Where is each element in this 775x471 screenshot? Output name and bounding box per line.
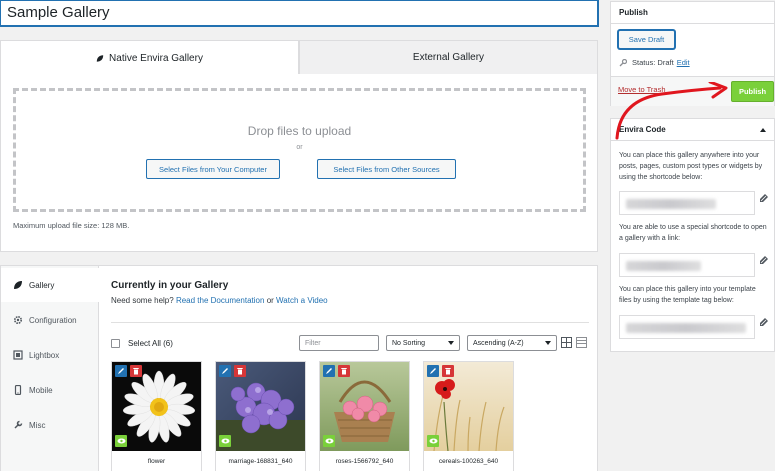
side-tab-label: Mobile: [29, 385, 53, 395]
divider: [111, 322, 589, 323]
edit-icon[interactable]: [427, 365, 439, 377]
trash-icon[interactable]: [130, 365, 142, 377]
chevron-up-icon[interactable]: [760, 127, 766, 132]
watch-video-link[interactable]: Watch a Video: [276, 296, 328, 305]
eye-icon[interactable]: [115, 435, 127, 447]
status-edit-link[interactable]: Edit: [677, 58, 690, 67]
leaf-icon: [96, 54, 104, 62]
side-tab-misc[interactable]: Misc: [1, 408, 99, 442]
uploader-panel: Drop files to upload or Select Files fro…: [0, 74, 598, 252]
publish-box-header[interactable]: Publish: [611, 2, 774, 24]
side-tab-lightbox[interactable]: Lightbox: [1, 338, 99, 372]
select-all-control[interactable]: Select All (6): [111, 339, 173, 348]
sorting-select[interactable]: No Sorting: [386, 335, 460, 351]
template-tag-description: You can place this gallery into your tem…: [619, 286, 756, 304]
copy-icon[interactable]: [758, 193, 769, 204]
help-or: or: [266, 296, 274, 305]
trash-icon[interactable]: [338, 365, 350, 377]
post-status: Status: Draft Edit: [619, 58, 690, 67]
lightbox-icon: [13, 350, 23, 360]
tab-label: Native Envira Gallery: [109, 52, 203, 64]
save-draft-button[interactable]: Save Draft: [618, 30, 675, 49]
filter-input[interactable]: Filter: [299, 335, 379, 351]
link-shortcode-description: You are able to use a special shortcode …: [619, 224, 767, 242]
gallery-item[interactable]: cereals-100263_640: [423, 361, 514, 471]
gallery-item-label: flower: [147, 458, 166, 465]
leaf-icon: [14, 281, 22, 289]
gallery-item-label: marriage-168831_640: [228, 458, 293, 465]
publish-box-title: Publish: [619, 8, 648, 17]
select-files-computer-button[interactable]: Select Files from Your Computer: [146, 159, 280, 179]
help-line: Need some help? Read the Documentation o…: [111, 296, 328, 305]
gallery-item[interactable]: flower: [111, 361, 202, 471]
post-title-input[interactable]: Sample Gallery: [0, 0, 598, 26]
select-files-sources-button[interactable]: Select Files from Other Sources: [317, 159, 456, 179]
edit-icon[interactable]: [323, 365, 335, 377]
status-text: Status: Draft: [632, 58, 674, 67]
edit-icon[interactable]: [115, 365, 127, 377]
eye-icon[interactable]: [323, 435, 335, 447]
gallery-item[interactable]: roses-1566792_640: [319, 361, 410, 471]
or-text: or: [296, 144, 303, 151]
eye-icon[interactable]: [219, 435, 231, 447]
trash-icon[interactable]: [234, 365, 246, 377]
mobile-icon: [14, 385, 22, 395]
edit-icon[interactable]: [219, 365, 231, 377]
gallery-item-label: roses-1566792_640: [335, 458, 394, 465]
list-view-icon[interactable]: [576, 337, 587, 348]
gallery-heading: Currently in your Gallery: [111, 280, 229, 291]
documentation-link[interactable]: Read the Documentation: [176, 296, 265, 305]
link-shortcode-field[interactable]: [619, 253, 755, 277]
publish-button[interactable]: Publish: [731, 81, 774, 102]
select-all-label: Select All (6): [128, 339, 173, 348]
annotation-arrow-icon: [615, 82, 728, 140]
gallery-item[interactable]: marriage-168831_640: [215, 361, 306, 471]
side-tab-label: Lightbox: [29, 350, 60, 360]
chevron-down-icon: [545, 341, 551, 345]
drop-zone[interactable]: Drop files to upload or Select Files fro…: [13, 88, 586, 212]
gear-icon: [13, 315, 23, 325]
template-tag-field[interactable]: [619, 315, 755, 339]
side-tab-label: Configuration: [29, 315, 77, 325]
envira-code-box: Envira Code You can place this gallery a…: [610, 118, 775, 352]
tab-external-gallery[interactable]: External Gallery: [299, 40, 598, 75]
gallery-item-label: cereals-100263_640: [438, 458, 499, 465]
chevron-down-icon: [448, 341, 454, 345]
select-all-checkbox[interactable]: [111, 339, 120, 348]
key-icon: [619, 58, 627, 66]
side-tab-mobile[interactable]: Mobile: [1, 373, 99, 407]
shortcode-field[interactable]: [619, 191, 755, 215]
copy-icon[interactable]: [758, 317, 769, 328]
side-tab-label: Misc: [29, 420, 46, 430]
gallery-settings-box: Gallery Configuration Lightbox Mobile Mi…: [0, 265, 598, 471]
side-tab-configuration[interactable]: Configuration: [1, 303, 99, 337]
drop-files-text: Drop files to upload: [247, 124, 352, 138]
side-tab-label: Gallery: [29, 280, 55, 290]
shortcode-description: You can place this gallery anywhere into…: [619, 152, 763, 181]
settings-side-tabs: Gallery Configuration Lightbox Mobile Mi…: [1, 266, 100, 471]
grid-view-icon[interactable]: [561, 337, 572, 348]
order-value: Ascending (A-Z): [473, 339, 524, 347]
tab-native-envira-gallery[interactable]: Native Envira Gallery: [0, 40, 299, 75]
help-prefix: Need some help?: [111, 296, 174, 305]
eye-icon[interactable]: [427, 435, 439, 447]
order-select[interactable]: Ascending (A-Z): [467, 335, 557, 351]
gallery-type-tabs: Native Envira Gallery External Gallery: [0, 40, 598, 75]
tab-label: External Gallery: [412, 52, 485, 63]
copy-icon[interactable]: [758, 255, 769, 266]
sorting-value: No Sorting: [392, 339, 426, 347]
trash-icon[interactable]: [442, 365, 454, 377]
wrench-icon: [14, 420, 23, 429]
max-upload-size-text: Maximum upload file size: 128 MB.: [13, 221, 130, 230]
side-tab-gallery[interactable]: Gallery: [1, 268, 100, 302]
